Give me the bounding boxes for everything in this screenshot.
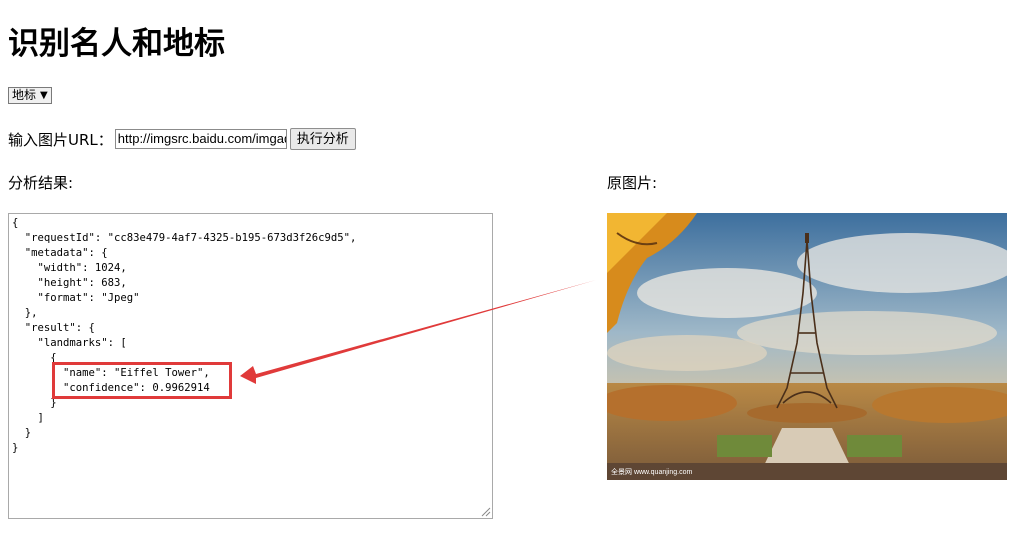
result-line: "width": 1024, [12,262,127,274]
result-line: "format": "Jpeg" [12,292,140,304]
result-line: "landmarks": [ [12,337,127,349]
image-label: 原图片: [607,174,658,192]
model-select[interactable]: 地标 ▼ [8,87,52,104]
url-input[interactable]: http://imgsrc.baidu.com/imgad/pic/item/ [114,129,287,149]
result-line: } [12,427,32,439]
highlight-box [52,362,232,399]
page-title: 识别名人和地标 [8,26,225,62]
result-label: 分析结果: [8,174,74,192]
run-analysis-button[interactable]: 执行分析 [289,128,356,150]
url-row: 输入图片URL： http://imgsrc.baidu.com/imgad/p… [8,127,356,151]
result-line: { [12,217,19,229]
result-line: "result": { [12,322,95,334]
result-line: "metadata": { [12,247,108,259]
eiffel-tower-photo [607,213,1007,480]
image-watermark: 全景网 www.quanjing.com [611,469,693,476]
result-code: { "requestId": "cc83e479-4af7-4325-b195-… [12,216,489,456]
original-image: 全景网 www.quanjing.com [607,213,1007,480]
result-line: ] [12,412,44,424]
result-line: "height": 683, [12,277,127,289]
url-label: 输入图片URL： [8,130,113,149]
chevron-down-icon: ▼ [40,90,48,101]
result-line: }, [12,307,38,319]
result-line: "requestId": "cc83e479-4af7-4325-b195-67… [12,232,357,244]
resize-grip-icon[interactable] [481,507,491,517]
model-select-value: 地标 [12,88,37,102]
result-line: } [12,442,19,454]
